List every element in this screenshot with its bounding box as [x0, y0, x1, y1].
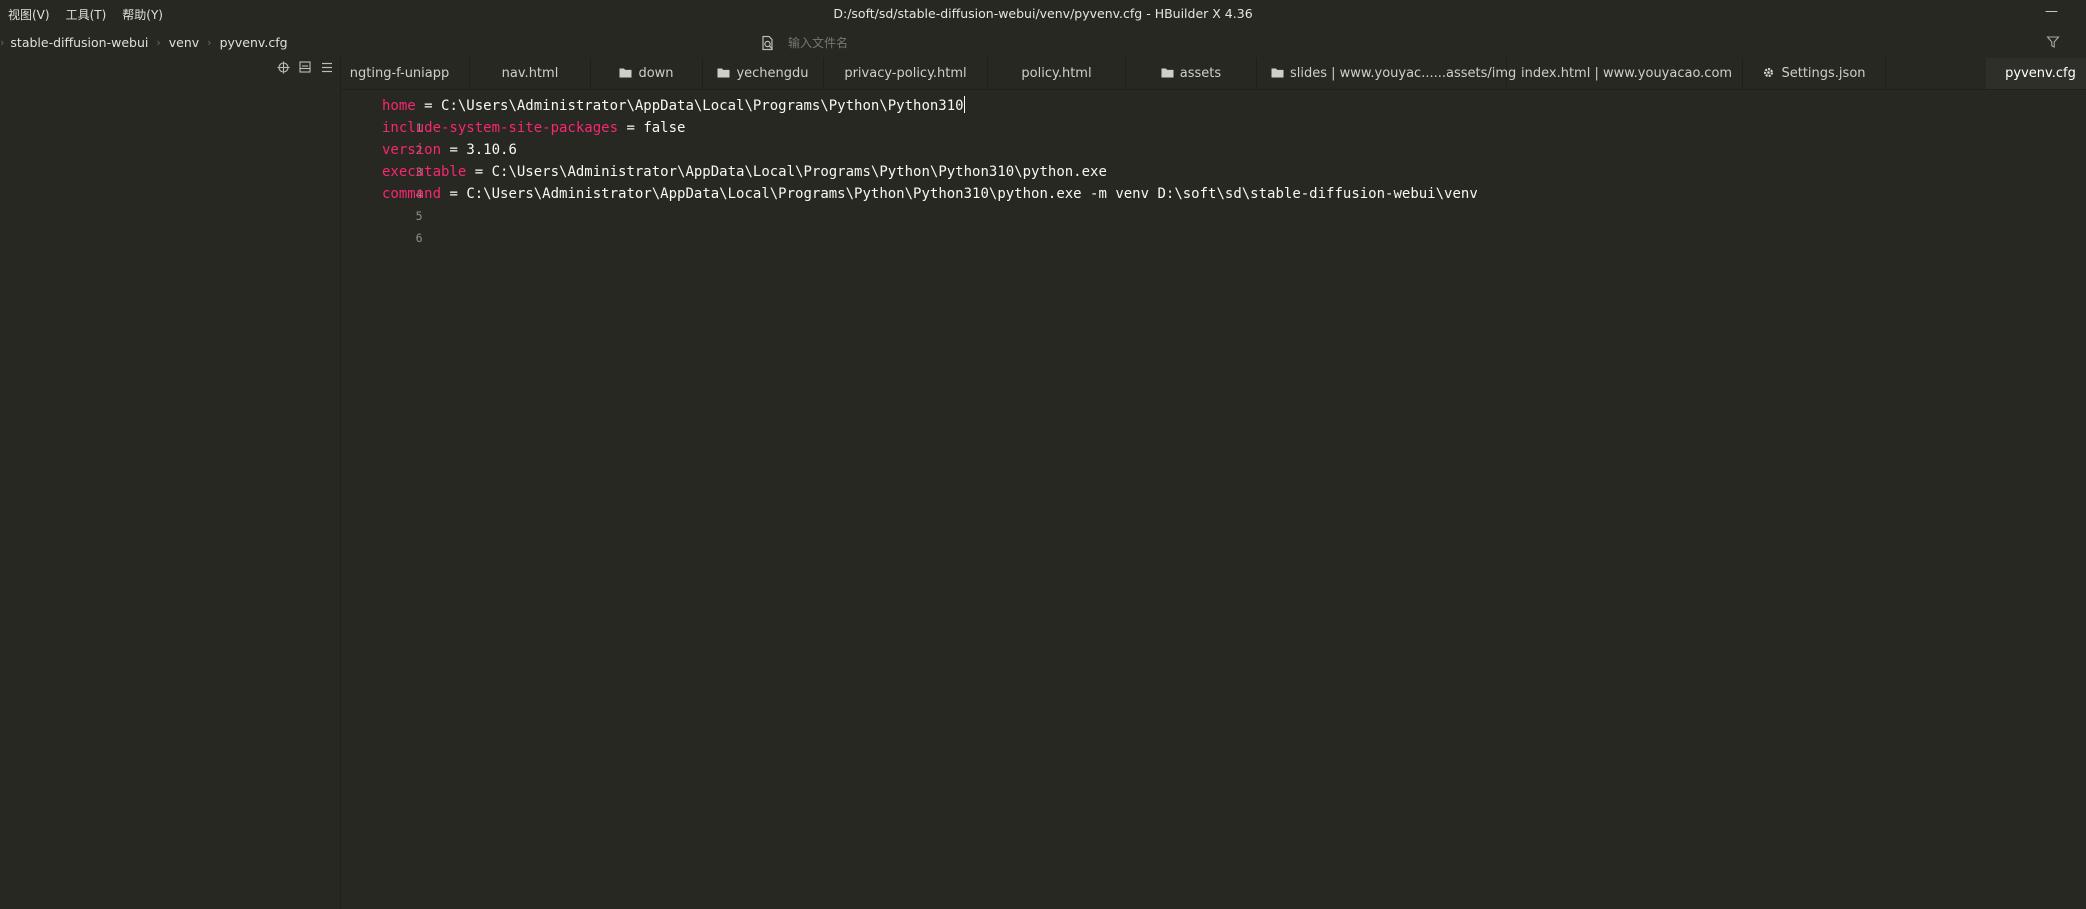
tab-label: yechengdu — [736, 66, 809, 81]
title-bar: 视图(V) 工具(T) 帮助(Y) D:/soft/sd/stable-diff… — [0, 0, 2086, 28]
minimize-button[interactable]: — — [2045, 4, 2058, 19]
project-sidebar — [0, 58, 341, 909]
line-number: 6 — [415, 231, 423, 245]
chevron-right-icon: › — [156, 36, 161, 49]
tab-privacy-policy[interactable]: privacy-policy.html — [824, 58, 988, 89]
code-line: 1 home = C:\Users\Administrator\AppData\… — [342, 95, 965, 135]
editor-tab-bar: ngting-f-uniapp nav.html down yechengdu … — [342, 58, 2086, 90]
text-cursor — [963, 96, 965, 113]
tab-pyvenv-cfg[interactable]: pyvenv.cfg — [1986, 58, 2086, 89]
folder-icon — [717, 68, 730, 77]
locate-icon[interactable] — [276, 60, 290, 74]
tab-label: nav.html — [501, 66, 559, 81]
code-line: 6 — [342, 205, 423, 245]
folder-icon — [619, 68, 632, 77]
menu-icon[interactable] — [320, 60, 334, 74]
tab-label: ngting-f-uniapp — [349, 66, 450, 81]
folder-icon — [1161, 68, 1174, 77]
config-key: command — [382, 186, 442, 202]
tab-label: assets — [1179, 66, 1222, 81]
config-key: executable — [382, 164, 467, 180]
tab-nav-html[interactable]: nav.html — [470, 58, 591, 89]
filter-icon[interactable] — [2046, 35, 2060, 49]
gear-icon — [1764, 67, 1774, 77]
config-value: 3.10.6 — [466, 142, 517, 158]
breadcrumb-item-folder[interactable]: venv — [169, 35, 199, 50]
file-search — [760, 33, 2060, 53]
folder-icon — [1271, 68, 1284, 77]
search-input[interactable] — [788, 36, 1388, 50]
breadcrumb-item-project[interactable]: stable-diffusion-webui — [10, 35, 148, 50]
tab-label: policy.html — [1021, 66, 1092, 81]
config-value: C:\Users\Administrator\AppData\Local\Pro… — [491, 164, 1107, 180]
config-value: false — [643, 120, 686, 136]
tab-label: index.html | www.youyacao.com — [1521, 66, 1733, 81]
tab-down[interactable]: down — [591, 58, 703, 89]
code-line: 3 version = 3.10.6 — [342, 139, 517, 179]
code-editor[interactable]: 1 home = C:\Users\Administrator\AppData\… — [342, 90, 2086, 909]
code-line: 2 include-system-site-packages = false — [342, 117, 685, 157]
tab-index-html[interactable]: index.html | www.youyacao.com — [1507, 58, 1743, 89]
tab-assets[interactable]: assets — [1126, 58, 1257, 89]
operator: = — [466, 164, 492, 180]
config-key: include-system-site-packages — [382, 120, 619, 136]
config-value: C:\Users\Administrator\AppData\Local\Pro… — [441, 98, 964, 114]
tab-label: slides | www.youyac......assets/img — [1290, 66, 1517, 81]
config-key: home — [382, 98, 416, 114]
chevron-right-icon: › — [0, 36, 5, 49]
code-line: 5 command = C:\Users\Administrator\AppDa… — [342, 183, 1478, 223]
collapse-all-icon[interactable] — [298, 60, 312, 74]
file-search-icon[interactable] — [760, 35, 776, 51]
tab-label: privacy-policy.html — [844, 66, 967, 81]
toolbar: › stable-diffusion-webui › venv › pyvenv… — [0, 28, 2086, 58]
chevron-right-icon: › — [207, 36, 212, 49]
operator: = — [441, 142, 467, 158]
config-value: C:\Users\Administrator\AppData\Local\Pro… — [466, 186, 1478, 202]
tab-label: Settings.json — [1781, 66, 1866, 81]
tab-policy-html[interactable]: policy.html — [988, 58, 1126, 89]
operator: = — [415, 98, 442, 114]
tab-label: down — [638, 66, 674, 81]
operator: = — [441, 186, 467, 202]
code-line: 4 executable = C:\Users\Administrator\Ap… — [342, 161, 1107, 201]
tab-slides[interactable]: slides | www.youyac......assets/img — [1257, 58, 1516, 89]
tab-uniapp[interactable]: ngting-f-uniapp — [342, 58, 470, 89]
tab-yechengdu[interactable]: yechengdu — [703, 58, 824, 89]
window-title: D:/soft/sd/stable-diffusion-webui/venv/p… — [833, 6, 1253, 21]
breadcrumb: › stable-diffusion-webui › venv › pyvenv… — [0, 35, 288, 50]
tab-settings-json[interactable]: Settings.json — [1743, 58, 1886, 89]
breadcrumb-item-file[interactable]: pyvenv.cfg — [220, 35, 288, 50]
config-key: version — [382, 142, 442, 158]
tab-label: pyvenv.cfg — [2005, 66, 2076, 81]
operator: = — [618, 120, 644, 136]
app-window: 视图(V) 工具(T) 帮助(Y) D:/soft/sd/stable-diff… — [0, 0, 2086, 909]
sidebar-toolbar — [276, 60, 334, 74]
